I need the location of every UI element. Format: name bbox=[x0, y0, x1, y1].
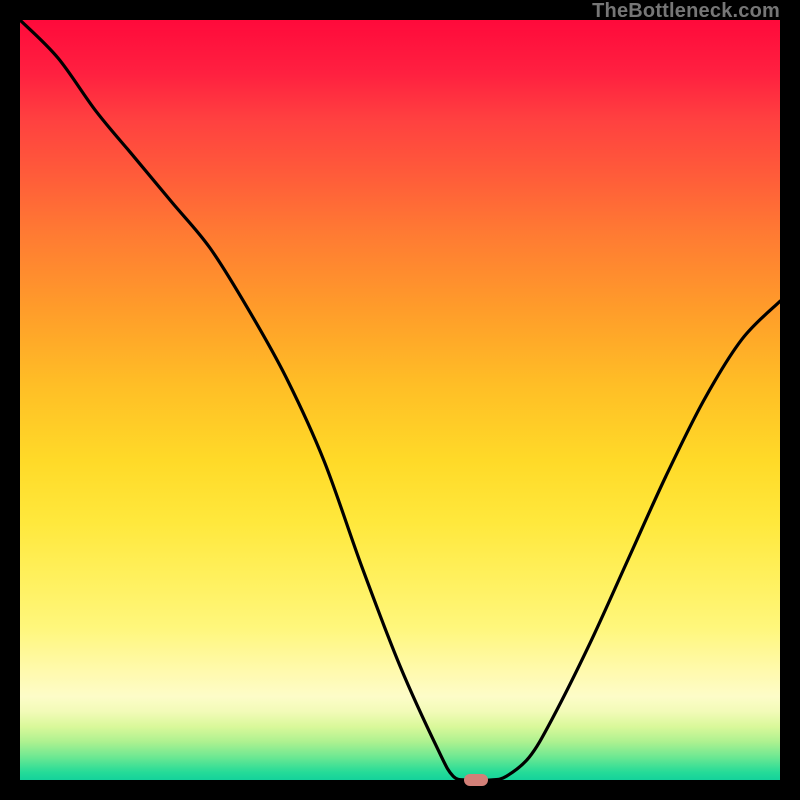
chart-frame: TheBottleneck.com bbox=[0, 0, 800, 800]
optimal-marker bbox=[464, 774, 488, 786]
watermark-label: TheBottleneck.com bbox=[592, 0, 780, 23]
bottleneck-curve bbox=[20, 20, 780, 780]
